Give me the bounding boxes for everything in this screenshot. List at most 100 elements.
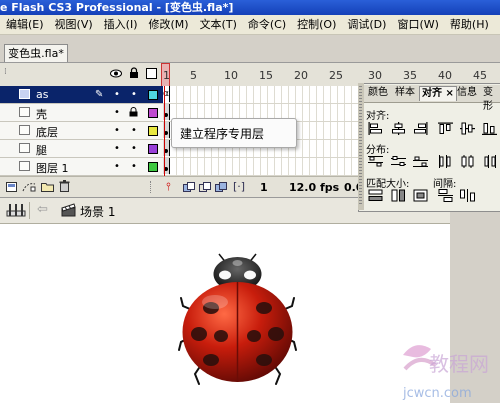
close-icon[interactable]: × [445, 88, 453, 99]
layer-row-legs[interactable]: 腿 • • [0, 140, 163, 158]
eye-icon[interactable] [110, 69, 122, 78]
frame-number: 25 [329, 69, 343, 82]
lock-dot[interactable]: • [131, 143, 137, 154]
menu-view[interactable]: 视图(V) [49, 15, 98, 34]
lock-dot[interactable]: • [131, 161, 137, 172]
trash-icon[interactable] [59, 180, 70, 192]
align-bottom-icon[interactable] [482, 122, 497, 135]
grip-icon[interactable]: ⁞ [4, 67, 7, 77]
tab-transform[interactable]: 变形 [481, 86, 500, 112]
insert-folder-icon[interactable] [41, 181, 54, 192]
document-tab-strip [0, 35, 500, 62]
layer-color-swatch[interactable] [148, 90, 158, 100]
visibility-dot[interactable]: • [114, 89, 120, 100]
space-evenly-vertical-icon[interactable] [438, 189, 453, 202]
layer-row-as[interactable]: as ✎ • • [0, 86, 163, 104]
layer-icon [19, 125, 30, 135]
frame-number: 40 [438, 69, 452, 82]
tab-align[interactable]: 对齐 × [419, 86, 457, 101]
visibility-dot[interactable]: • [114, 125, 120, 136]
window-title: e Flash CS3 Professional - [变色虫.fla*] [0, 1, 234, 14]
visibility-dot[interactable]: • [114, 161, 120, 172]
tab-color[interactable]: 颜色 [366, 86, 390, 100]
space-evenly-horizontal-icon[interactable] [460, 189, 475, 202]
modify-onion-markers-icon[interactable]: [·] [233, 180, 245, 193]
watermark-site: jcwcn.com [402, 386, 472, 401]
layer-icon [19, 161, 30, 171]
distribute-left-icon[interactable] [438, 155, 453, 168]
match-height-icon[interactable] [391, 189, 406, 202]
frame-number: 35 [403, 69, 417, 82]
visibility-dot[interactable]: • [114, 143, 120, 154]
match-width-and-height-icon[interactable] [413, 189, 428, 202]
ladybug-artwork[interactable] [175, 250, 300, 390]
layer-name[interactable]: 腿 [36, 142, 47, 158]
divider [29, 202, 30, 219]
distribute-horizontal-center-icon[interactable] [460, 155, 475, 168]
center-frame-icon[interactable]: ⫯ [166, 180, 171, 194]
layer-row-bottom[interactable]: 底层 • • [0, 122, 163, 140]
layer-row-layer1[interactable]: 图层 1 • • [0, 158, 163, 176]
layer-color-swatch[interactable] [148, 108, 158, 118]
divider [150, 181, 153, 193]
document-tab[interactable]: 变色虫.fla* [4, 44, 68, 62]
pencil-icon: ✎ [95, 89, 104, 100]
match-width-icon[interactable] [368, 189, 383, 202]
frame-number: 5 [190, 69, 197, 82]
distribute-top-icon[interactable] [368, 155, 383, 168]
lock-dot[interactable]: • [131, 89, 137, 100]
layer-color-swatch[interactable] [148, 126, 158, 136]
menu-insert[interactable]: 插入(I) [98, 15, 143, 34]
distribute-right-icon[interactable] [482, 155, 497, 168]
menu-control[interactable]: 控制(O) [291, 15, 341, 34]
menu-bar: 编辑(E) 视图(V) 插入(I) 修改(M) 文本(T) 命令(C) 控制(O) 调试(D)… [0, 15, 500, 35]
align-right-icon[interactable] [413, 122, 428, 135]
lock-icon[interactable] [129, 67, 139, 78]
edit-multiple-frames-icon[interactable] [215, 182, 227, 192]
align-label: 对齐: [366, 111, 390, 122]
distribute-bottom-icon[interactable] [413, 155, 428, 168]
watermark-logo: 教程网 jcwcn.com [402, 345, 489, 401]
match-size-label: 匹配大小: [366, 179, 410, 190]
layer-icon [19, 143, 30, 153]
layer-color-swatch[interactable] [148, 162, 158, 172]
align-left-icon[interactable] [368, 122, 383, 135]
layer-name[interactable]: 图层 1 [36, 160, 69, 176]
layer-name[interactable]: 底层 [36, 124, 58, 140]
scene-name[interactable]: 场景 1 [80, 203, 115, 220]
frame-number: 30 [368, 69, 382, 82]
menu-edit[interactable]: 编辑(E) [0, 15, 49, 34]
tab-info[interactable]: 信息 [455, 86, 479, 100]
menu-text[interactable]: 文本(T) [194, 15, 242, 34]
menu-window[interactable]: 窗口(W) [391, 15, 443, 34]
frame-rate: 12.0 fps [289, 181, 340, 194]
menu-help[interactable]: 帮助(H) [444, 15, 494, 34]
distribute-vertical-center-icon[interactable] [391, 155, 406, 168]
menu-commands[interactable]: 命令(C) [242, 15, 291, 34]
menu-modify[interactable]: 修改(M) [142, 15, 193, 34]
timeline-toggle-icon[interactable] [6, 202, 26, 218]
visibility-dot[interactable]: • [114, 107, 120, 118]
align-vertical-center-icon[interactable] [460, 122, 475, 135]
space-label: 间隔: [433, 179, 457, 190]
current-frame: 1 [260, 181, 268, 194]
watermark-cn: 教程网 [429, 352, 489, 376]
onion-skin-icon[interactable] [183, 182, 195, 192]
layer-row-shell[interactable]: 壳 • [0, 104, 163, 122]
layer-tooltip: 建立程序专用层 [171, 118, 297, 148]
outline-icon[interactable] [146, 68, 157, 79]
align-horizontal-center-icon[interactable] [391, 122, 406, 135]
align-top-icon[interactable] [438, 122, 453, 135]
layer-color-swatch[interactable] [148, 144, 158, 154]
tab-swatches[interactable]: 样本 [393, 86, 417, 100]
onion-skin-outline-icon[interactable] [199, 182, 211, 192]
add-motion-guide-icon[interactable] [22, 181, 36, 192]
back-arrow-icon[interactable]: ⇦ [37, 202, 48, 217]
menu-debug[interactable]: 调试(D) [341, 15, 391, 34]
insert-layer-icon[interactable] [6, 182, 17, 192]
lock-icon[interactable] [129, 107, 138, 117]
layer-icon [19, 107, 30, 117]
lock-dot[interactable]: • [131, 125, 137, 136]
layer-name[interactable]: 壳 [36, 106, 47, 122]
layer-name[interactable]: as [36, 88, 48, 101]
